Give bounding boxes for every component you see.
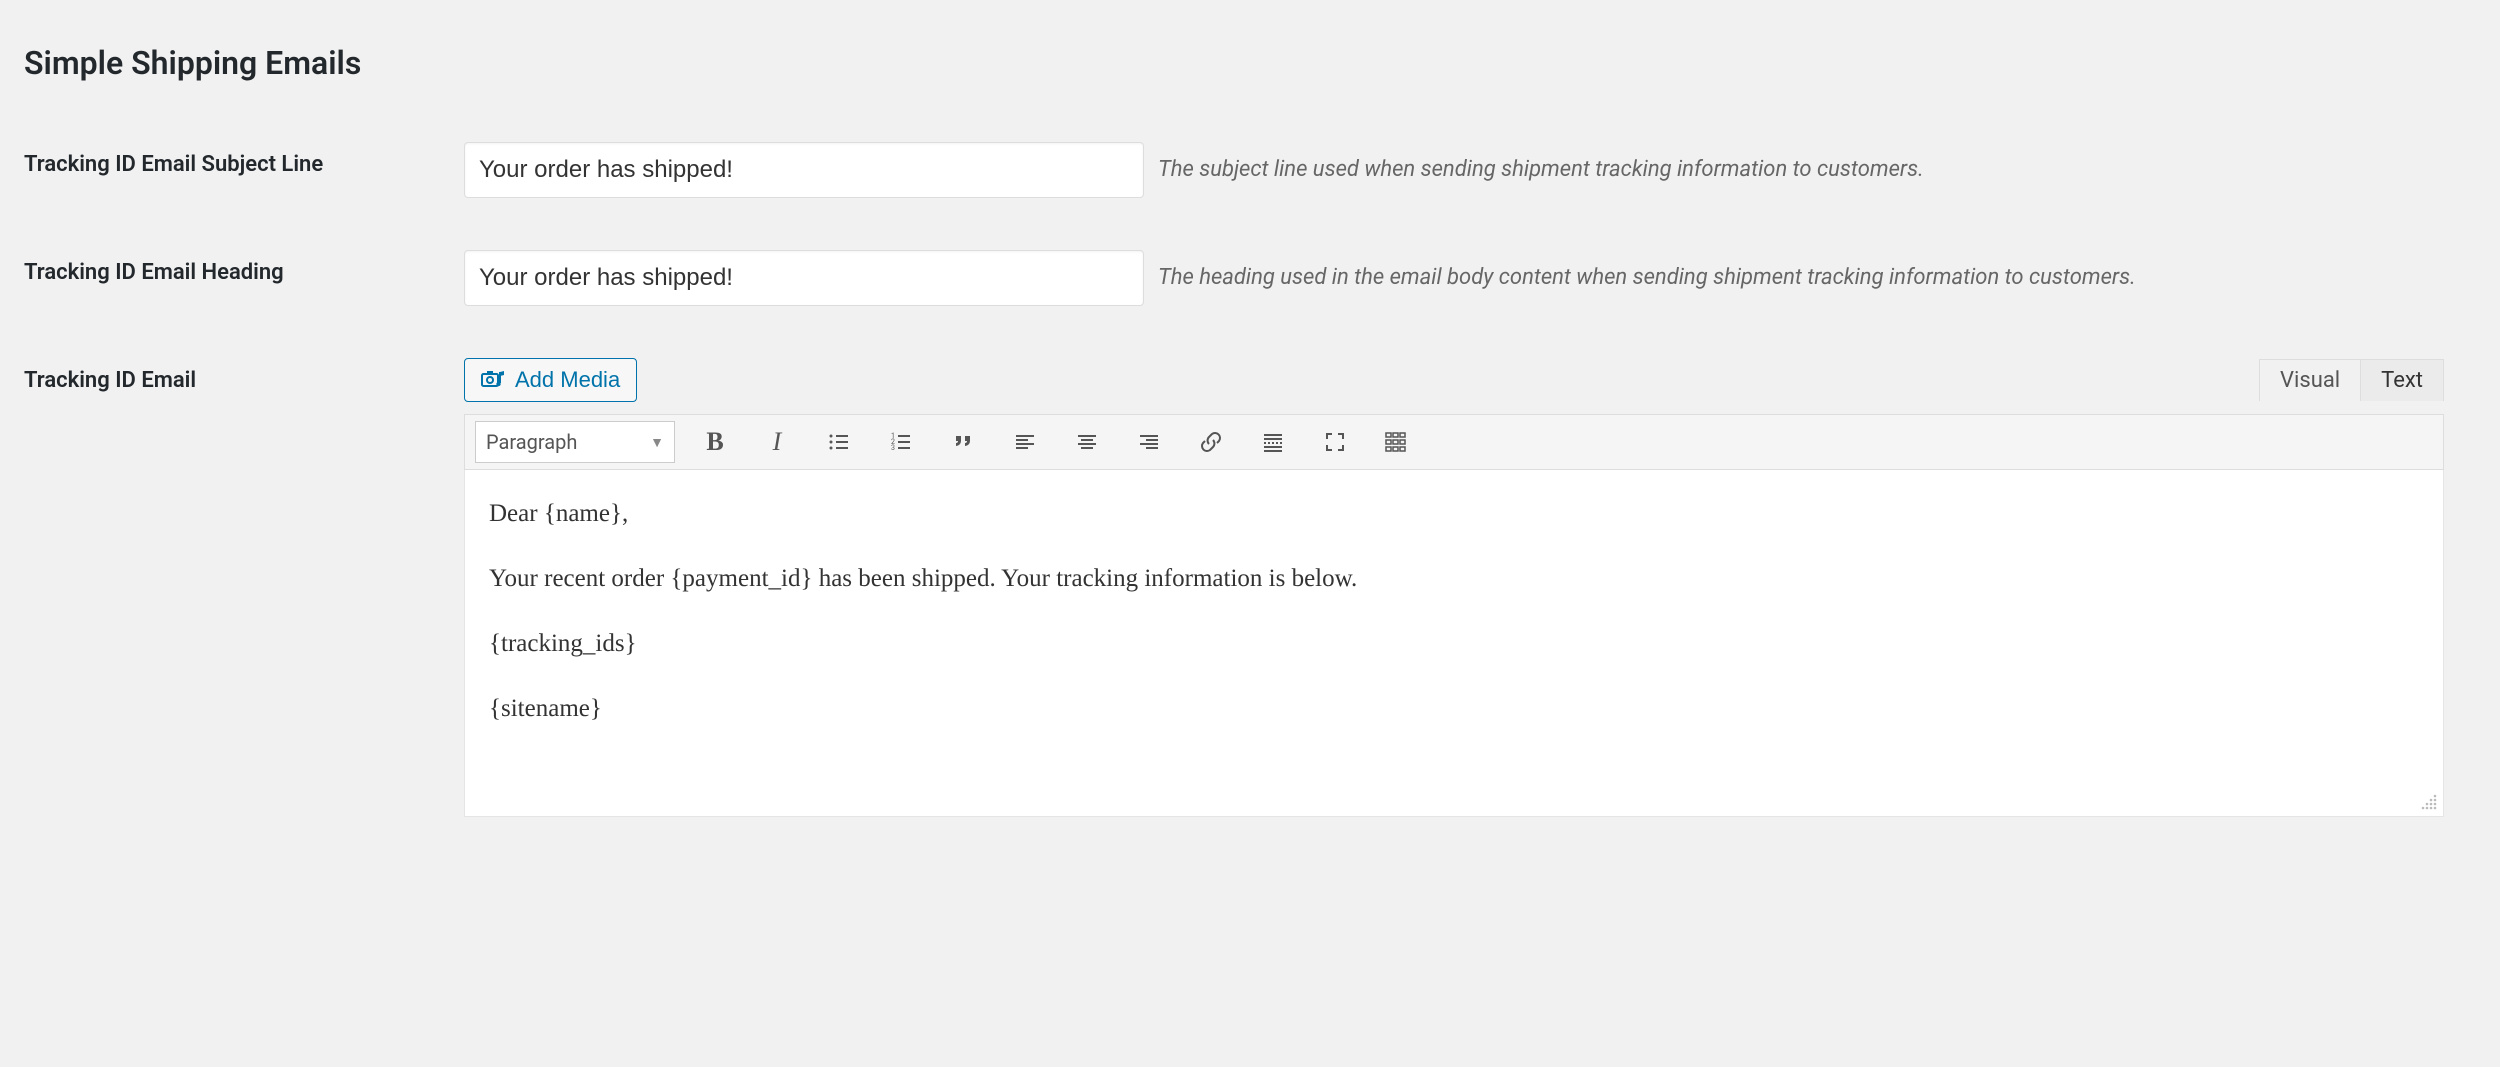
tab-visual[interactable]: Visual [2259,359,2361,401]
dropdown-caret-icon: ▼ [650,434,664,451]
svg-text:3: 3 [891,444,895,452]
align-right-button[interactable] [1127,421,1171,463]
add-media-button[interactable]: Add Media [464,358,637,402]
bulleted-list-button[interactable] [817,421,861,463]
editor-mode-tabs: Visual Text [2260,359,2444,401]
camera-music-icon [481,369,505,391]
numbered-list-button[interactable]: 1 2 3 [879,421,923,463]
italic-button[interactable]: I [755,421,799,463]
fullscreen-button[interactable] [1313,421,1357,463]
insert-more-button[interactable] [1251,421,1295,463]
format-select-value: Paragraph [486,430,577,454]
label-body: Tracking ID Email [24,358,464,396]
section-title: Simple Shipping Emails [24,44,2476,82]
field-row-heading: Tracking ID Email Heading The heading us… [24,250,2476,306]
editor-paragraph: Dear {name}, [489,496,2419,531]
insert-link-button[interactable] [1189,421,1233,463]
input-heading[interactable] [464,250,1144,306]
resize-grip-icon[interactable] [2419,792,2439,812]
editor-toolbar: Paragraph ▼ B I [464,414,2444,470]
help-subject: The subject line used when sending shipm… [1158,154,2476,186]
tab-text[interactable]: Text [2360,359,2444,401]
blockquote-button[interactable] [941,421,985,463]
toolbar-toggle-button[interactable] [1375,421,1419,463]
editor-paragraph: {tracking_ids} [489,626,2419,661]
align-left-button[interactable] [1003,421,1047,463]
input-subject[interactable] [464,142,1144,198]
format-select[interactable]: Paragraph ▼ [475,421,675,463]
field-row-subject: Tracking ID Email Subject Line The subje… [24,142,2476,198]
editor-paragraph: {sitename} [489,691,2419,726]
editor-paragraph: Your recent order {payment_id} has been … [489,561,2419,596]
label-heading: Tracking ID Email Heading [24,250,464,288]
help-heading: The heading used in the email body conte… [1158,262,2476,294]
editor-content[interactable]: Dear {name}, Your recent order {payment_… [464,470,2444,817]
label-subject: Tracking ID Email Subject Line [24,142,464,180]
field-row-body: Tracking ID Email [24,358,2476,817]
add-media-label: Add Media [515,367,620,393]
bold-button[interactable]: B [693,421,737,463]
rich-text-editor: Add Media Visual Text Paragraph ▼ B I [464,358,2444,817]
align-center-button[interactable] [1065,421,1109,463]
